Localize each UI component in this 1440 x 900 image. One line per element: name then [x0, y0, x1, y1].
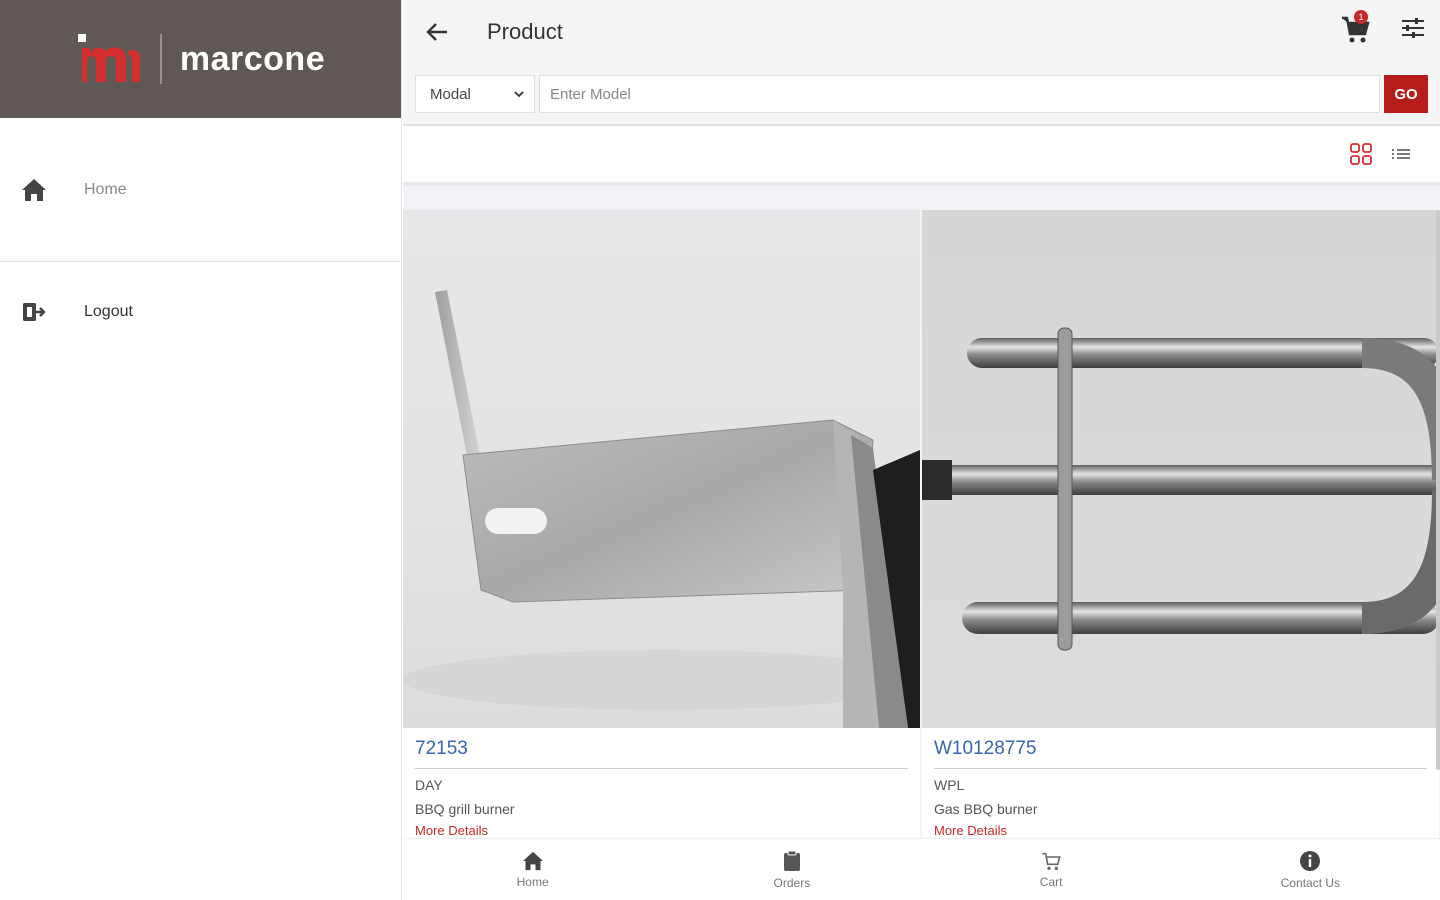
grid-view-button[interactable] — [1350, 143, 1372, 165]
tab-cart[interactable]: Cart — [922, 839, 1181, 900]
sidebar-item-logout[interactable]: Logout — [0, 262, 401, 362]
bracket-part-image — [403, 290, 920, 728]
chevron-down-icon — [514, 91, 524, 98]
top-app-bar: Product 1 — [403, 0, 1440, 64]
filter-button[interactable] — [1400, 16, 1426, 45]
brand-name: marcone — [179, 39, 326, 78]
sidebar-item-home[interactable]: Home — [0, 118, 401, 262]
product-description: BBQ grill burner — [415, 801, 515, 817]
tab-home[interactable]: Home — [403, 839, 662, 900]
model-search-input[interactable] — [539, 75, 1380, 113]
more-details-link[interactable]: More Details — [934, 823, 1427, 838]
back-button[interactable] — [423, 18, 451, 46]
search-type-value: Modal — [430, 85, 471, 103]
list-view-icon — [1392, 149, 1410, 159]
clipboard-icon — [783, 850, 800, 871]
brand-code: WPL — [934, 777, 965, 793]
cart-icon — [1042, 852, 1061, 870]
grid-view-icon — [1350, 143, 1372, 165]
part-number-link[interactable]: 72153 — [415, 738, 908, 769]
scrollbar[interactable] — [1436, 210, 1440, 770]
tab-label: Cart — [1039, 874, 1063, 889]
search-type-select[interactable]: Modal — [415, 75, 535, 113]
brand-header: marcone — [0, 0, 401, 118]
product-info: 72153 DAY BBQ grill burner More Details — [403, 728, 920, 838]
arrow-left-icon — [426, 23, 447, 41]
product-image — [403, 210, 920, 728]
cart-button[interactable]: 1 — [1340, 10, 1372, 46]
page-title: Product — [487, 19, 563, 44]
list-view-button[interactable] — [1390, 143, 1412, 165]
tab-contact-us[interactable]: Contact Us — [1181, 839, 1440, 900]
logo-divider — [159, 34, 162, 84]
product-image — [922, 210, 1439, 728]
top-actions: 1 — [1340, 10, 1426, 46]
main-content: Product 1 Modal GO — [403, 0, 1440, 900]
home-icon — [20, 176, 48, 204]
tab-orders[interactable]: Orders — [662, 839, 921, 900]
view-toggle-bar — [403, 126, 1440, 186]
sidebar: marcone Home Logout — [0, 0, 402, 900]
info-icon — [1300, 850, 1321, 871]
more-details-link[interactable]: More Details — [415, 823, 908, 838]
home-icon — [522, 851, 543, 870]
logout-icon — [20, 298, 48, 326]
product-card[interactable]: 72153 DAY BBQ grill burner More Details — [403, 210, 920, 838]
tab-label: Contact Us — [1280, 875, 1341, 890]
search-bar: Modal GO — [403, 64, 1440, 126]
brand-code: DAY — [415, 777, 443, 793]
go-button[interactable]: GO — [1384, 75, 1428, 113]
cart-count-badge: 1 — [1354, 10, 1368, 24]
tab-label: Orders — [773, 875, 811, 890]
sliders-icon — [1402, 17, 1424, 38]
bottom-tab-bar: Home Orders Cart Contact Us — [403, 838, 1440, 900]
sidebar-item-label: Home — [84, 180, 127, 198]
product-card[interactable]: W10128775 WPL Gas BBQ burner More Detail… — [922, 210, 1439, 838]
product-description: Gas BBQ burner — [934, 801, 1038, 817]
part-number-link[interactable]: W10128775 — [934, 738, 1427, 769]
product-grid: 72153 DAY BBQ grill burner More Details — [403, 210, 1440, 838]
tab-label: Home — [516, 874, 549, 889]
product-info: W10128775 WPL Gas BBQ burner More Detail… — [922, 728, 1439, 838]
sidebar-item-label: Logout — [84, 303, 133, 320]
marcone-logo-icon — [76, 34, 142, 84]
burner-part-image — [922, 327, 1439, 651]
